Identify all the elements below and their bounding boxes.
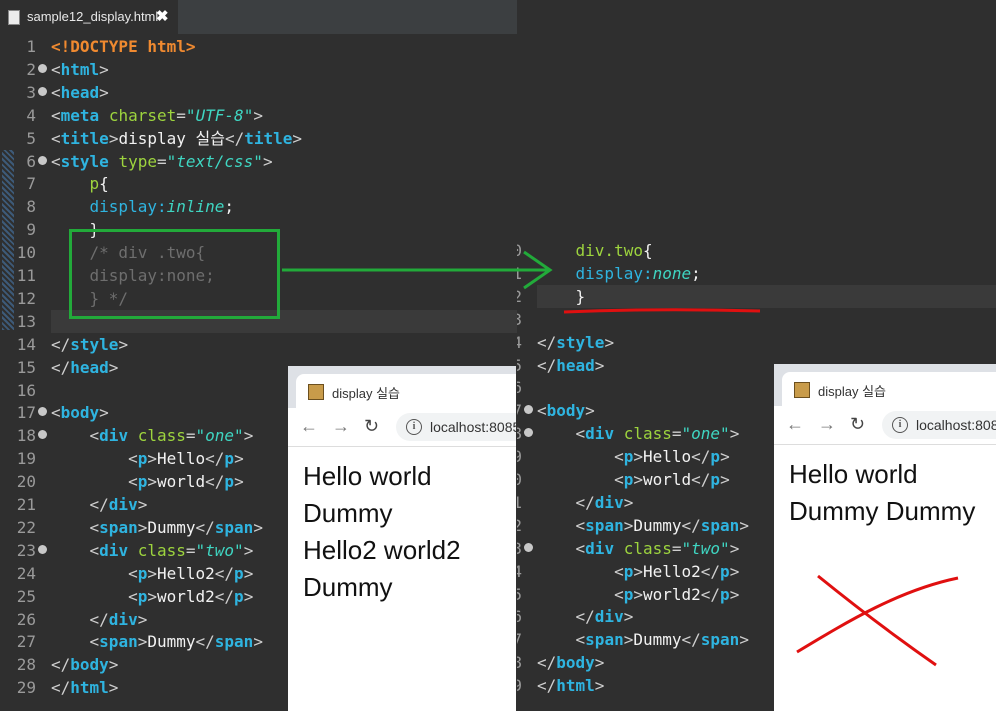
annotation-overlay [282, 250, 959, 667]
red-x-stroke [796, 576, 959, 654]
red-underline [563, 308, 761, 314]
